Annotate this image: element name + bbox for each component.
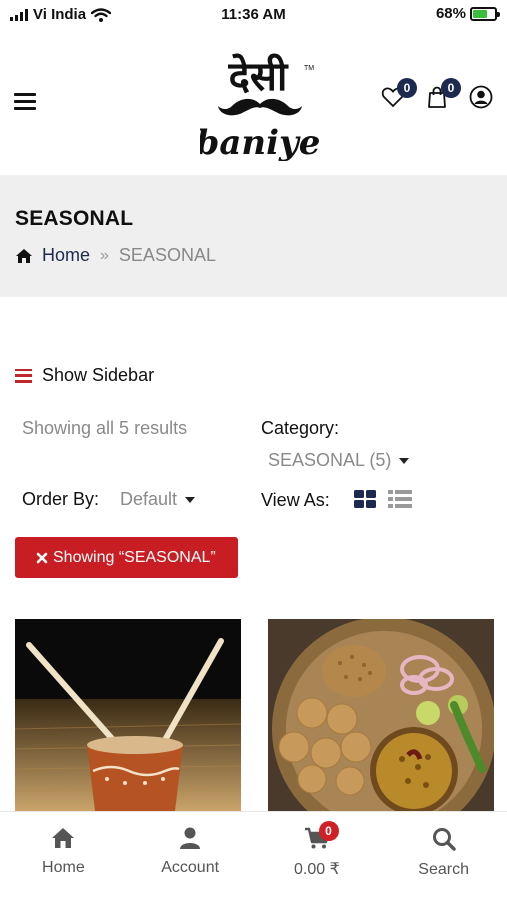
nav-cart-count-badge: 0 bbox=[318, 821, 339, 841]
list-view-icon[interactable] bbox=[388, 490, 412, 508]
nav-cart-total: 0.00 ₹ bbox=[293, 861, 340, 878]
page-title: SEASONAL bbox=[15, 207, 134, 230]
caret-down-icon bbox=[399, 457, 410, 464]
show-sidebar-toggle[interactable]: Show Sidebar bbox=[15, 365, 154, 386]
cart-button[interactable]: 0 bbox=[425, 78, 461, 111]
nav-cart[interactable]: 0 0.00 ₹ bbox=[254, 812, 381, 900]
result-count: Showing all 5 results bbox=[22, 418, 188, 438]
breadcrumb-current: SEASONAL bbox=[118, 245, 216, 265]
order-by-select[interactable]: Default bbox=[120, 489, 196, 510]
site-header: देसी TM baniye 0 0 bbox=[0, 30, 507, 175]
active-filter-chip[interactable]: Showing “SEASONAL” bbox=[15, 537, 238, 578]
nav-search-label: Search bbox=[418, 861, 469, 878]
breadcrumb-separator: » bbox=[100, 246, 109, 264]
user-circle-icon bbox=[469, 85, 493, 109]
order-by-label: Order By: bbox=[22, 489, 100, 509]
grid-view-icon[interactable] bbox=[354, 490, 376, 508]
status-right: 68% bbox=[435, 5, 500, 22]
sidebar-menu-icon bbox=[15, 368, 32, 383]
page-title-band: SEASONAL Home » SEASONAL bbox=[0, 175, 507, 297]
account-button[interactable] bbox=[469, 85, 495, 111]
nav-home-label: Home bbox=[42, 859, 85, 876]
desi-baniye-logo[interactable]: देसी TM baniye bbox=[200, 46, 320, 161]
status-bar: Vi India 11:36 AM 68% bbox=[0, 0, 507, 30]
filter-chip-label: Showing “SEASONAL” bbox=[53, 548, 216, 566]
show-sidebar-label: Show Sidebar bbox=[42, 365, 155, 385]
user-icon bbox=[180, 827, 201, 849]
product-card[interactable] bbox=[268, 619, 494, 811]
bottom-navigation: Home Account 0 0.00 ₹ Search bbox=[0, 811, 507, 900]
product-card[interactable] bbox=[15, 619, 241, 811]
wishlist-button[interactable]: 0 bbox=[381, 78, 417, 111]
nav-account-label: Account bbox=[161, 859, 220, 876]
category-select[interactable]: SEASONAL (5) bbox=[268, 450, 410, 471]
nav-search[interactable]: Search bbox=[380, 812, 507, 900]
search-icon bbox=[432, 828, 456, 851]
home-icon bbox=[52, 828, 75, 848]
logo-script-text: देसी bbox=[228, 53, 289, 100]
battery-icon bbox=[470, 6, 500, 21]
breadcrumb: Home » SEASONAL bbox=[15, 245, 216, 266]
battery-percent: 68% bbox=[435, 5, 466, 22]
category-value: SEASONAL (5) bbox=[268, 450, 392, 470]
kulhad-chai-image[interactable] bbox=[15, 619, 241, 811]
logo-tm: TM bbox=[304, 65, 314, 72]
caret-down-icon bbox=[185, 496, 196, 503]
logo-text: baniye bbox=[200, 123, 320, 161]
nav-account[interactable]: Account bbox=[127, 812, 254, 900]
wishlist-count-badge: 0 bbox=[397, 78, 417, 98]
dal-baati-thali-image[interactable] bbox=[268, 619, 494, 811]
nav-home[interactable]: Home bbox=[0, 812, 127, 900]
cart-count-badge: 0 bbox=[441, 78, 461, 98]
home-icon bbox=[16, 248, 32, 263]
order-by-value: Default bbox=[120, 489, 178, 509]
menu-icon[interactable] bbox=[14, 93, 36, 110]
view-as-label: View As: bbox=[261, 490, 330, 510]
category-label: Category: bbox=[261, 418, 340, 438]
header-actions: 0 0 bbox=[381, 78, 495, 111]
breadcrumb-home-link[interactable]: Home bbox=[42, 245, 90, 266]
status-time: 11:36 AM bbox=[221, 6, 286, 23]
close-icon[interactable] bbox=[35, 551, 49, 565]
